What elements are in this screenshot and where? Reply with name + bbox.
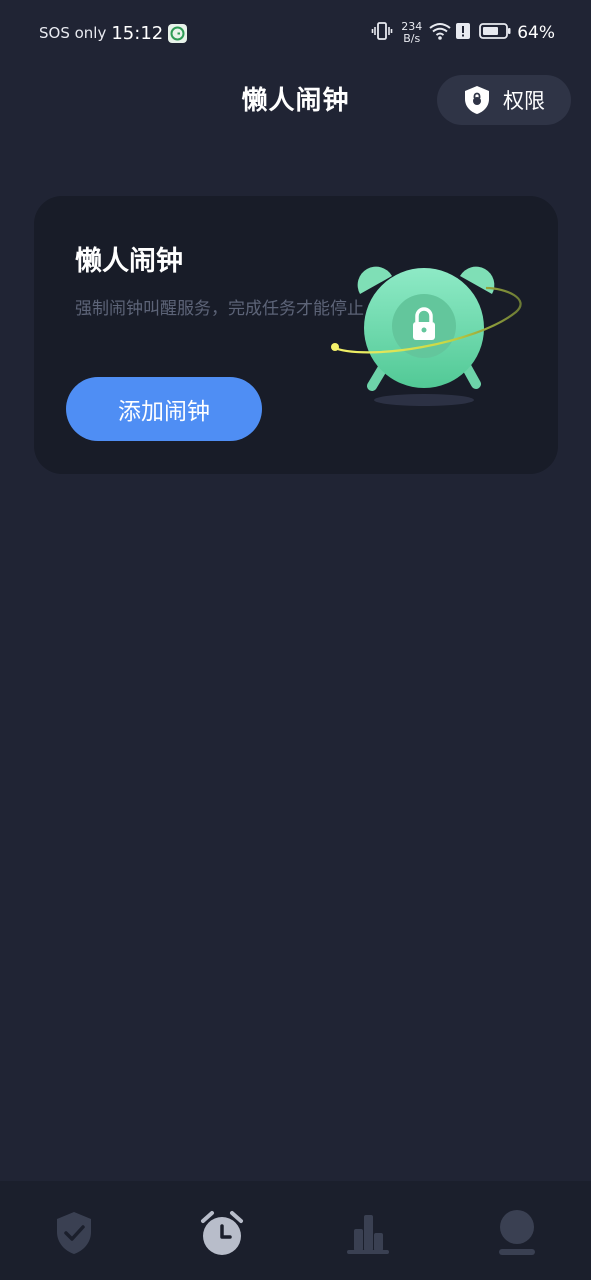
status-right: 234 B/s 64% [371,18,555,48]
bottom-nav [0,1181,591,1280]
alarm-clock-icon [201,1211,243,1255]
nav-item-stats[interactable] [338,1205,398,1261]
nav-item-protection[interactable] [44,1205,104,1261]
shield-icon [465,86,489,114]
status-time: 15:12 [111,22,164,44]
shield-check-icon [57,1212,91,1254]
card-title: 懒人闹钟 [75,246,183,277]
nav-item-profile[interactable] [487,1205,547,1261]
app-screen: SOS only 15:12 234 B/s 64% 懒人闹钟 权限 懒人闹钟 … [0,0,591,1280]
add-alarm-button[interactable]: 添加闹钟 [66,377,262,441]
profile-icon [499,1210,535,1255]
net-speed: 234 B/s [401,21,422,45]
permission-button-label: 权限 [503,89,545,113]
app-notification-icon [168,23,188,43]
alarm-clock-illustration [331,266,522,406]
status-bar: SOS only 15:12 234 B/s 64% [0,0,591,66]
alarm-intro-card: 懒人闹钟 强制闹钟叫醒服务，完成任务才能停止 添加闹钟 [34,196,558,474]
battery-percent: 64% [517,23,555,43]
vibrate-icon [371,20,393,46]
status-left: SOS only 15:12 [39,20,188,46]
battery-icon [479,22,511,44]
wifi-icon [428,21,452,45]
carrier-text: SOS only [39,24,107,42]
alert-icon [455,21,471,45]
card-description: 强制闹钟叫醒服务，完成任务才能停止 [75,299,364,319]
net-speed-unit: B/s [403,32,421,45]
nav-item-alarm[interactable] [192,1205,252,1261]
permission-button[interactable]: 权限 [437,75,571,125]
bar-chart-icon [347,1215,389,1254]
